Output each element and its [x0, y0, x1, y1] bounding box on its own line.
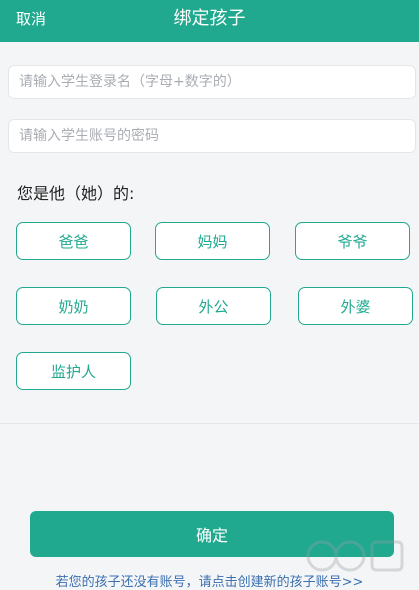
username-input[interactable]	[8, 65, 416, 99]
page-title: 绑定孩子	[173, 8, 246, 29]
relation-button-dad[interactable]: 爸爸	[16, 222, 131, 260]
confirm-button[interactable]: 确定	[30, 511, 394, 557]
relation-prompt: 您是他（她）的:	[17, 184, 135, 203]
relation-button-maternal-grandpa[interactable]: 外公	[156, 287, 271, 325]
relation-button-maternal-grandma[interactable]: 外婆	[298, 287, 413, 325]
relation-button-paternal-grandma[interactable]: 奶奶	[16, 287, 131, 325]
relation-button-paternal-grandpa[interactable]: 爷爷	[295, 222, 410, 260]
relation-button-mom[interactable]: 妈妈	[155, 222, 270, 260]
divider	[0, 423, 419, 424]
relation-button-guardian[interactable]: 监护人	[16, 352, 131, 390]
create-child-account-link[interactable]: 若您的孩子还没有账号，请点击创建新的孩子账号>>	[0, 571, 419, 590]
app-header: 取消 绑定孩子	[0, 0, 419, 42]
password-input[interactable]	[8, 119, 416, 153]
